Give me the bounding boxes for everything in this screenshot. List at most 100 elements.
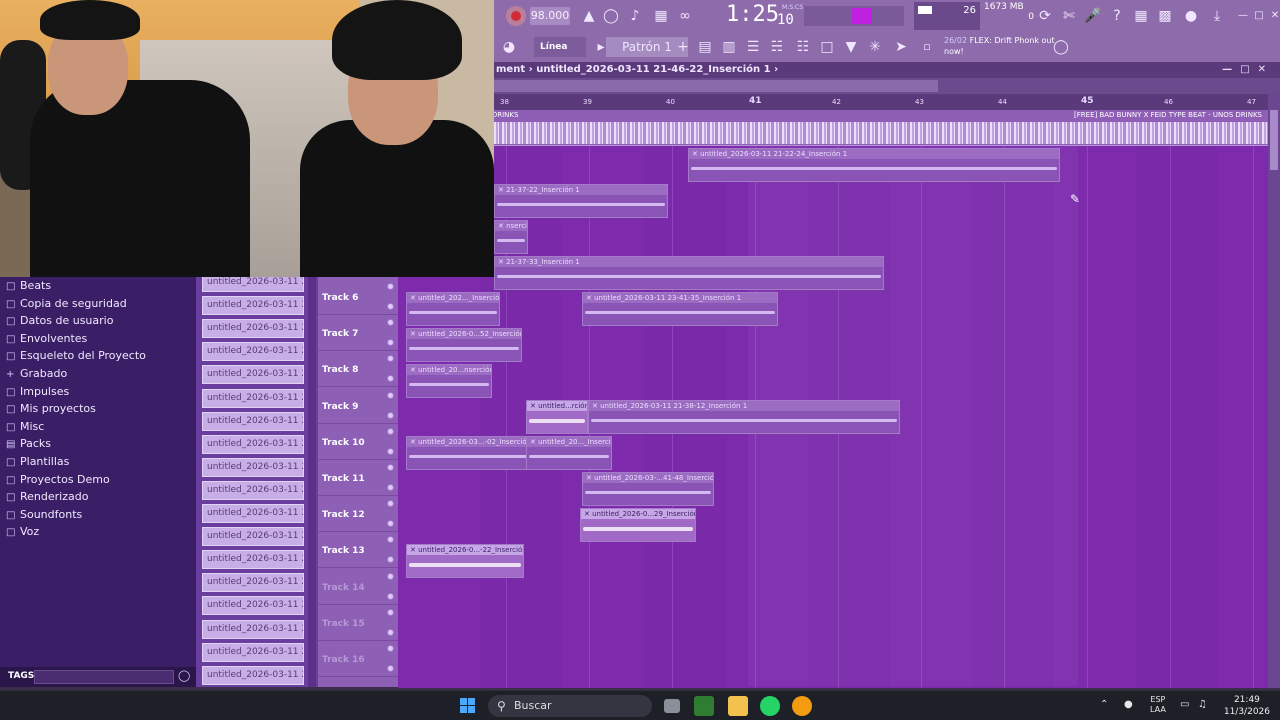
vertical-scroll-thumb[interactable] (1270, 110, 1278, 170)
browser-item[interactable]: □ Copia de seguridad (6, 295, 127, 312)
audio-clip[interactable]: ✕ untitled_202..._Inserción 1 (406, 292, 500, 326)
snap-mode-select[interactable]: Línea (534, 37, 586, 57)
project-icon[interactable]: □ (816, 36, 838, 58)
snap-magnet-icon[interactable]: ◕ (498, 36, 520, 58)
chat-icon[interactable]: ● (1180, 5, 1202, 27)
browser-item[interactable]: □ Renderizado (6, 488, 88, 505)
file-item[interactable]: untitled_2026-03-11 21... (202, 296, 304, 316)
track-select-led[interactable] (387, 303, 394, 310)
file-item[interactable]: untitled_2026-03-11 21... (202, 665, 304, 685)
audio-clip[interactable]: ✕ untitled_2026-0...29_Inserción 1 (580, 508, 696, 542)
file-item[interactable]: untitled_2026-03-11 21... (202, 365, 304, 385)
search-icon[interactable]: ◯ (178, 669, 190, 682)
browser-icon[interactable]: ☷ (792, 36, 814, 58)
tray-mic-icon[interactable]: ● (1124, 699, 1133, 710)
file-item[interactable]: untitled_2026-03-11 21... (202, 504, 304, 523)
store-icon[interactable] (694, 696, 714, 716)
file-item[interactable]: untitled_2026-03-11 21... (202, 573, 304, 593)
audio-clip[interactable]: ✕ untitled_2026-03-11 23-41-35_Inserción… (582, 292, 778, 326)
playlist-window-controls[interactable]: —□✕ (1222, 62, 1274, 78)
taskbar-search[interactable]: Buscar (488, 695, 652, 717)
audio-clip[interactable]: ✕ untitled_2026-0...-22_Inserción 1 (406, 544, 524, 578)
windows-start-icon[interactable] (460, 698, 476, 714)
track-select-led[interactable] (387, 447, 394, 455)
browser-item[interactable]: □ Beats (6, 277, 51, 294)
track-header[interactable]: Track 13 (318, 532, 398, 569)
browser-item[interactable]: □ Envolventes (6, 330, 87, 347)
browser-item[interactable]: □ Datos de usuario (6, 312, 113, 329)
mixer-icon[interactable]: ☵ (766, 36, 788, 58)
track-header[interactable]: Track 16 (318, 641, 398, 677)
file-list-scrollbar[interactable] (308, 277, 316, 687)
piano-typing-icon[interactable]: ▦ (650, 5, 672, 27)
track-enable-led[interactable] (387, 536, 394, 544)
browser-item[interactable]: □ Mis proyectos (6, 400, 96, 417)
playlist-icon[interactable]: ▤ (694, 36, 716, 58)
globe-icon[interactable]: ◯ (1050, 36, 1072, 58)
track-enable-led[interactable] (387, 572, 394, 580)
tempo-display[interactable]: 98.000 (530, 7, 570, 25)
track-select-led[interactable] (387, 556, 394, 564)
track-enable-led[interactable] (387, 608, 394, 616)
audio-clip[interactable]: ✕ untitled_20..._Inserción 1 (526, 436, 612, 470)
file-item[interactable]: untitled_2026-03-11 21... (202, 411, 304, 431)
fl-studio-icon[interactable] (792, 696, 812, 716)
file-item[interactable]: untitled_2026-03-11 21... (202, 457, 304, 477)
task-view-icon[interactable] (664, 699, 680, 713)
touch-icon[interactable]: ➤ (890, 36, 912, 58)
track-header[interactable]: Track 14 (318, 569, 398, 605)
volume-icon[interactable]: ♫ (1198, 699, 1207, 710)
track-header[interactable]: Track 10 (318, 424, 398, 460)
audio-clip[interactable]: ✕ untitled_2026-03-...41-48_Inserción 1 (582, 472, 714, 506)
download-icon[interactable]: ⤓ (1206, 5, 1228, 27)
file-item[interactable]: untitled_2026-03-11 21... (202, 342, 304, 362)
track-header[interactable]: Track 8 (318, 351, 398, 388)
audio-clip[interactable]: ✕ untitled_2026-03...-02_Inserción 1 (406, 436, 530, 470)
audio-clip[interactable]: ✕ untitled_2026-03-11 21-38-12_Inserción… (588, 400, 900, 434)
track-enable-led[interactable] (387, 283, 394, 290)
close-icon[interactable]: ✕ (1264, 5, 1280, 27)
playlist-overview[interactable] (494, 78, 1280, 94)
track-header[interactable]: Track 12 (318, 496, 398, 533)
track-select-led[interactable] (387, 339, 394, 347)
playlist-grid[interactable]: X FEID TYPE BEAT - UNOS DRINKS [FREE] BA… (398, 110, 1268, 688)
file-item[interactable]: untitled_2026-03-11 21... (202, 319, 304, 339)
browser-item[interactable]: □ Misc (6, 418, 44, 435)
save-icon[interactable]: ▦ (1130, 5, 1152, 27)
browser-item[interactable]: □ Voz (6, 523, 39, 540)
keyboard-language[interactable]: ESP LAA (1150, 695, 1166, 715)
track-select-led[interactable] (387, 484, 394, 491)
track-header[interactable]: Track 7 (318, 315, 398, 352)
file-item[interactable]: untitled_2026-03-11 21... (202, 619, 304, 639)
tempo-tap-icon[interactable]: ▲ (578, 5, 600, 27)
whatsapp-icon[interactable] (760, 696, 780, 716)
help-icon[interactable]: ? (1106, 5, 1128, 27)
step-edit-icon[interactable]: ♪ (624, 5, 646, 27)
file-explorer-icon[interactable] (728, 696, 748, 716)
track-enable-led[interactable] (387, 500, 394, 508)
record-button[interactable] (506, 6, 526, 26)
playlist-title[interactable]: untitled_2026-03-11 21-46-22_Inserción 1 (536, 64, 770, 75)
browser-item[interactable]: □ Impulses (6, 383, 69, 400)
browser-item[interactable]: □ Plantillas (6, 453, 69, 470)
track-enable-led[interactable] (387, 427, 394, 435)
playlist-vertical-scrollbar[interactable] (1268, 94, 1280, 688)
news-panel[interactable]: 26/02 FLEX: Drift Phonk out now! (944, 35, 1064, 57)
file-item[interactable]: untitled_2026-03-11 21... (202, 550, 304, 570)
browser-item[interactable]: □ Soundfonts (6, 506, 82, 523)
file-item[interactable]: untitled_2026-03-11 21... (202, 527, 304, 547)
browser-item[interactable]: + Grabado (6, 365, 67, 382)
audio-clip-beat[interactable]: X FEID TYPE BEAT - UNOS DRINKS [FREE] BA… (398, 110, 1268, 146)
track-enable-led[interactable] (387, 645, 394, 652)
tray-chevron-icon[interactable]: ⌃ (1100, 699, 1108, 710)
audio-clip[interactable]: ✕ untitled_2026-0...52_Inserción 1 (406, 328, 522, 362)
track-enable-led[interactable] (387, 319, 394, 327)
track-header[interactable]: Track 15 (318, 605, 398, 641)
file-item[interactable]: untitled_2026-03-11 21... (202, 434, 304, 454)
track-header[interactable]: Track 6 (318, 279, 398, 315)
track-select-led[interactable] (387, 411, 394, 419)
track-header[interactable]: Track 11 (318, 460, 398, 496)
plugin-icon[interactable]: ▼ (840, 36, 862, 58)
file-item[interactable]: untitled_2026-03-11 21... (202, 480, 304, 500)
cut-icon[interactable]: ✄ (1058, 5, 1080, 27)
